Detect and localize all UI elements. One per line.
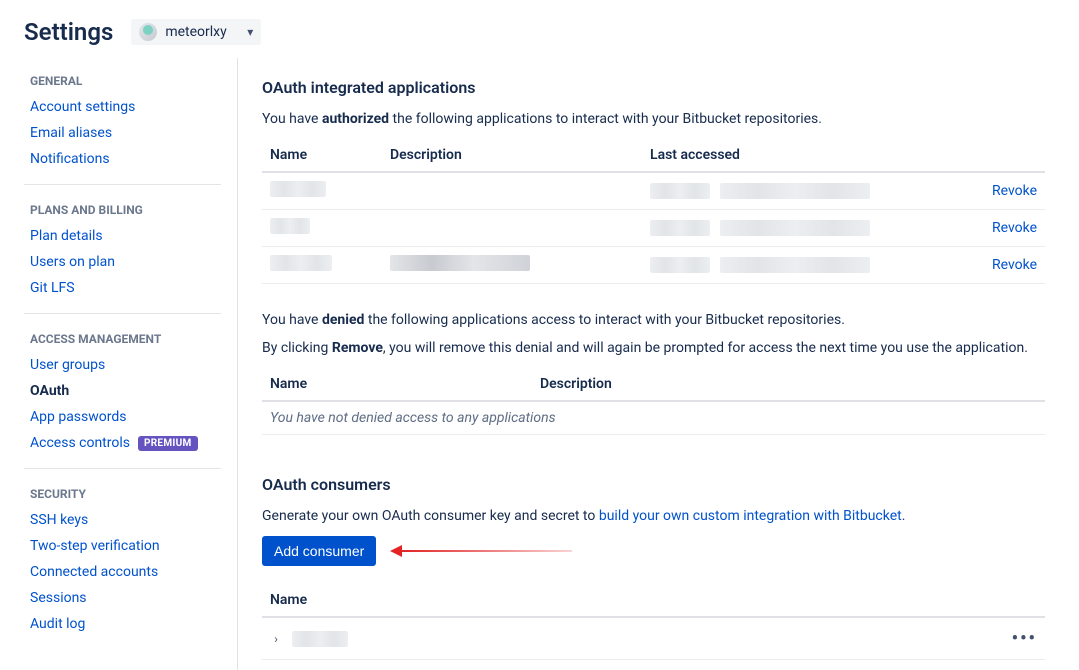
sidebar-item-user-groups[interactable]: User groups	[24, 352, 221, 378]
add-consumer-button[interactable]: Add consumer	[262, 536, 376, 566]
more-actions-icon[interactable]: •••	[1012, 628, 1037, 649]
sidebar-item-oauth[interactable]: OAuth	[24, 378, 221, 404]
sidebar-item-label: User groups	[30, 357, 105, 373]
sidebar-item-two-step[interactable]: Two-step verification	[24, 533, 221, 559]
sidebar-item-sessions[interactable]: Sessions	[24, 585, 221, 611]
chevron-down-icon: ▾	[247, 25, 253, 39]
sidebar-item-label: Audit log	[30, 616, 85, 632]
sidebar-item-label: Sessions	[30, 590, 87, 606]
col-description: Description	[382, 139, 642, 172]
revoke-link[interactable]: Revoke	[965, 247, 1045, 284]
redacted	[270, 218, 310, 234]
sidebar-heading-plans: PLANS AND BILLING	[30, 203, 221, 217]
sidebar-item-connected-accounts[interactable]: Connected accounts	[24, 559, 221, 585]
revoke-link[interactable]: Revoke	[965, 210, 1045, 247]
consumer-row: › •••	[262, 618, 1045, 660]
authorized-description: You have authorized the following applic…	[262, 111, 1045, 127]
redacted	[292, 631, 348, 647]
revoke-link[interactable]: Revoke	[965, 172, 1045, 210]
sidebar-item-label: Notifications	[30, 151, 110, 167]
col-action	[965, 139, 1045, 172]
sidebar-item-label: Access controls	[30, 435, 130, 451]
sidebar-item-users-on-plan[interactable]: Users on plan	[24, 249, 221, 275]
sidebar-item-plan-details[interactable]: Plan details	[24, 223, 221, 249]
main-content: OAuth integrated applications You have a…	[238, 58, 1055, 670]
sidebar-item-audit-log[interactable]: Audit log	[24, 611, 221, 637]
table-row: Revoke	[262, 210, 1045, 247]
page-title: Settings	[24, 18, 113, 46]
workspace-name: meteorlxy	[165, 24, 226, 40]
premium-badge: PREMIUM	[138, 436, 198, 451]
arrow-head-icon	[390, 545, 402, 557]
sidebar-item-label: App passwords	[30, 409, 127, 425]
sidebar-item-git-lfs[interactable]: Git LFS	[24, 275, 221, 301]
sidebar-item-account-settings[interactable]: Account settings	[24, 94, 221, 120]
denied-apps-table: Name Description You have not denied acc…	[262, 368, 1045, 435]
redacted	[270, 255, 332, 271]
table-row: Revoke	[262, 247, 1045, 284]
sidebar-item-label: SSH keys	[30, 512, 88, 528]
consumers-table: Name	[262, 584, 1045, 618]
sidebar-heading-access: ACCESS MANAGEMENT	[30, 332, 221, 346]
sidebar-item-email-aliases[interactable]: Email aliases	[24, 120, 221, 146]
workspace-switcher[interactable]: meteorlxy ▾	[131, 19, 261, 45]
sidebar-heading-general: GENERAL	[30, 74, 221, 88]
oauth-consumers-title: OAuth consumers	[262, 475, 1045, 494]
redacted	[390, 255, 530, 271]
denied-description: You have denied the following applicatio…	[262, 312, 1045, 328]
sidebar-item-label: Plan details	[30, 228, 103, 244]
oauth-apps-title: OAuth integrated applications	[262, 78, 1045, 97]
sidebar-item-label: Connected accounts	[30, 564, 158, 580]
sidebar-item-label: OAuth	[30, 383, 69, 399]
authorized-apps-table: Name Description Last accessed Revoke	[262, 139, 1045, 284]
sidebar-item-label: Git LFS	[30, 280, 75, 296]
consumers-description: Generate your own OAuth consumer key and…	[262, 508, 1045, 524]
arrow-annotation	[390, 545, 572, 557]
col-description: Description	[532, 368, 1045, 401]
sidebar: GENERAL Account settings Email aliases N…	[24, 58, 238, 670]
denied-empty-text: You have not denied access to any applic…	[262, 401, 1045, 435]
avatar	[139, 23, 157, 41]
page-header: Settings meteorlxy ▾	[0, 0, 1079, 58]
sidebar-item-label: Users on plan	[30, 254, 115, 270]
table-row-empty: You have not denied access to any applic…	[262, 401, 1045, 435]
sidebar-heading-security: SECURITY	[30, 487, 221, 501]
sidebar-item-ssh-keys[interactable]: SSH keys	[24, 507, 221, 533]
col-name: Name	[262, 368, 532, 401]
sidebar-item-label: Two-step verification	[30, 538, 160, 554]
col-last-accessed: Last accessed	[642, 139, 965, 172]
sidebar-item-label: Email aliases	[30, 125, 112, 141]
sidebar-item-notifications[interactable]: Notifications	[24, 146, 221, 172]
arrow-line-icon	[402, 550, 572, 552]
sidebar-item-label: Account settings	[30, 99, 135, 115]
sidebar-item-app-passwords[interactable]: App passwords	[24, 404, 221, 430]
table-row: Revoke	[262, 172, 1045, 210]
build-integration-link[interactable]: build your own custom integration with B…	[599, 508, 902, 524]
col-name: Name	[262, 139, 382, 172]
col-name: Name	[262, 584, 995, 617]
redacted	[270, 181, 326, 197]
chevron-right-icon[interactable]: ›	[270, 632, 282, 646]
remove-description: By clicking Remove, you will remove this…	[262, 340, 1045, 356]
sidebar-item-access-controls[interactable]: Access controls PREMIUM	[24, 430, 221, 456]
